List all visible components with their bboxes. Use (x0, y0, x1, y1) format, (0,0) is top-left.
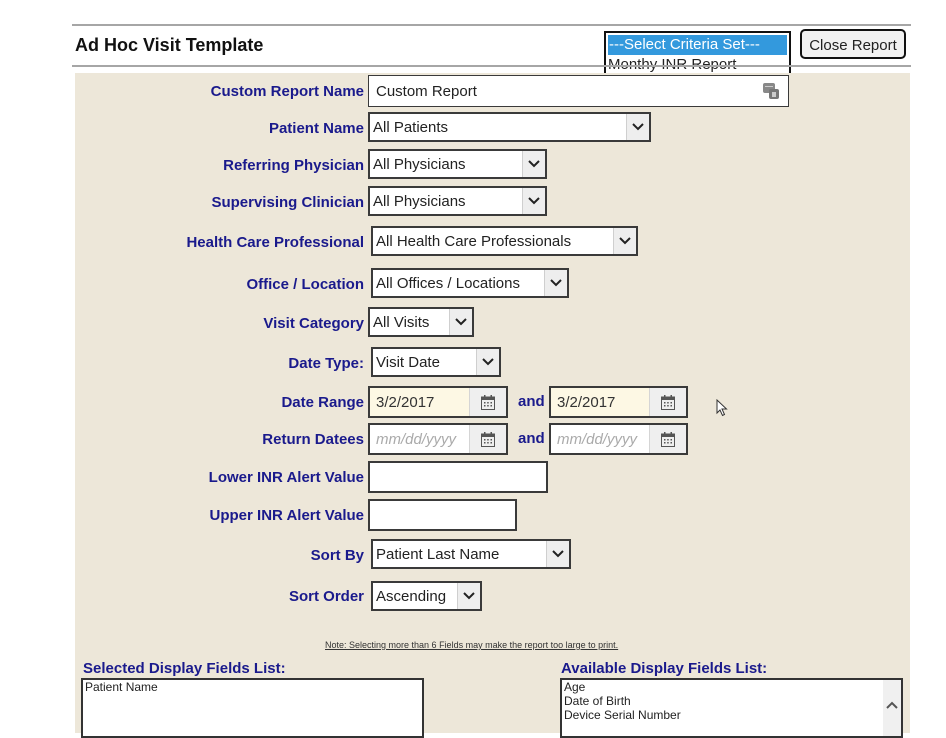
chevron-down-icon (449, 309, 472, 335)
mouse-cursor-icon (716, 398, 728, 422)
return-dates-label: Return Datees (262, 431, 364, 448)
upper-inr-input[interactable] (368, 499, 517, 531)
listbox-scrollbar[interactable] (883, 680, 901, 736)
available-fields-listbox[interactable]: Age Date of Birth Device Serial Number (560, 678, 903, 738)
patient-name-label: Patient Name (268, 120, 364, 137)
date-range-from-input[interactable]: 3/2/2017 (368, 386, 508, 418)
upper-inr-label: Upper INR Alert Value (209, 507, 364, 524)
available-field-item[interactable]: Date of Birth (562, 694, 901, 708)
criteria-set-listbox[interactable]: ---Select Criteria Set--- Monthy INR Rep… (604, 31, 791, 79)
sort-order-select[interactable]: Ascending (371, 581, 482, 611)
sort-by-value: Patient Last Name (376, 546, 500, 563)
chevron-down-icon (457, 583, 480, 609)
calendar-icon[interactable] (649, 425, 686, 453)
health-care-professional-value: All Health Care Professionals (376, 233, 572, 250)
sort-by-select[interactable]: Patient Last Name (371, 539, 571, 569)
visit-category-select[interactable]: All Visits (368, 307, 474, 337)
available-fields-title: Available Display Fields List: (561, 660, 768, 677)
date-type-label: Date Type: (288, 355, 364, 372)
return-dates-to-input[interactable]: mm/dd/yyyy (549, 423, 688, 455)
referring-physician-value: All Physicians (373, 156, 466, 173)
visit-category-label: Visit Category (263, 315, 364, 332)
criteria-option-select[interactable]: ---Select Criteria Set--- (608, 35, 787, 55)
available-field-item[interactable]: Age (562, 680, 901, 694)
chevron-down-icon (522, 188, 545, 214)
chevron-down-icon (546, 541, 569, 567)
sort-by-label: Sort By (310, 547, 364, 564)
selected-fields-title: Selected Display Fields List: (83, 660, 286, 677)
date-range-from-value: 3/2/2017 (376, 394, 435, 411)
return-dates-and-label: and (518, 430, 545, 447)
referring-physician-select[interactable]: All Physicians (368, 149, 547, 179)
supervising-clinician-value: All Physicians (373, 193, 466, 210)
health-care-professional-select[interactable]: All Health Care Professionals (371, 226, 638, 256)
calendar-icon[interactable] (469, 388, 506, 416)
referring-physician-label: Referring Physician (223, 157, 364, 174)
chevron-down-icon (522, 151, 545, 177)
scroll-up-icon[interactable] (886, 698, 898, 712)
keyboard-icon[interactable] (763, 83, 779, 99)
sort-order-label: Sort Order (288, 588, 364, 605)
health-care-professional-label: Health Care Professional (186, 234, 364, 251)
chevron-down-icon (626, 114, 649, 140)
date-type-select[interactable]: Visit Date (371, 347, 501, 377)
sort-order-value: Ascending (376, 588, 447, 605)
calendar-icon[interactable] (469, 425, 506, 453)
date-range-to-value: 3/2/2017 (557, 394, 616, 411)
supervising-clinician-label: Supervising Clinician (211, 194, 364, 211)
return-dates-to-placeholder: mm/dd/yyyy (557, 431, 638, 448)
office-location-value: All Offices / Locations (376, 275, 520, 292)
chevron-down-icon (544, 270, 567, 296)
chevron-down-icon (476, 349, 499, 375)
patient-name-select[interactable]: All Patients (368, 112, 651, 142)
visit-category-value: All Visits (373, 314, 430, 331)
close-report-button[interactable]: Close Report (800, 29, 906, 59)
lower-inr-label: Lower INR Alert Value (208, 469, 364, 486)
return-dates-from-placeholder: mm/dd/yyyy (376, 431, 457, 448)
custom-report-name-label: Custom Report Name (210, 83, 364, 100)
custom-report-name-input[interactable]: Custom Report (368, 75, 789, 107)
office-location-label: Office / Location (246, 276, 364, 293)
return-dates-from-input[interactable]: mm/dd/yyyy (368, 423, 508, 455)
date-range-label: Date Range (281, 394, 364, 411)
custom-report-name-value: Custom Report (376, 83, 477, 100)
office-location-select[interactable]: All Offices / Locations (371, 268, 569, 298)
chevron-down-icon (613, 228, 636, 254)
field-limit-note: Note: Selecting more than 6 Fields may m… (325, 640, 619, 650)
page-title: Ad Hoc Visit Template (75, 35, 264, 55)
lower-inr-input[interactable] (368, 461, 548, 493)
selected-field-item[interactable]: Patient Name (83, 680, 422, 694)
supervising-clinician-select[interactable]: All Physicians (368, 186, 547, 216)
patient-name-value: All Patients (373, 119, 449, 136)
date-range-to-input[interactable]: 3/2/2017 (549, 386, 688, 418)
date-range-and-label: and (518, 393, 545, 410)
calendar-icon[interactable] (649, 388, 686, 416)
header-divider (72, 65, 911, 67)
top-divider (72, 24, 911, 26)
date-type-value: Visit Date (376, 354, 440, 371)
selected-fields-listbox[interactable]: Patient Name (81, 678, 424, 738)
